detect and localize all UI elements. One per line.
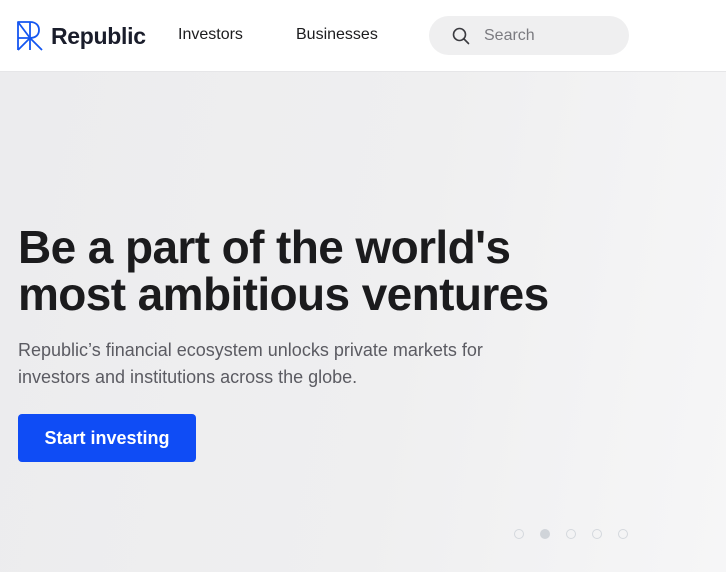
- hero-subtitle-line-1: Republic’s financial ecosystem unlocks p…: [18, 340, 483, 360]
- hero-section: Be a part of the world's most ambitious …: [0, 72, 726, 572]
- carousel-dot-3[interactable]: [566, 529, 576, 539]
- hero-title-line-2: most ambitious ventures: [18, 268, 549, 320]
- hero-subtitle-line-2: investors and institutions across the gl…: [18, 367, 358, 387]
- hero-title: Be a part of the world's most ambitious …: [18, 224, 618, 318]
- hero-title-line-1: Be a part of the world's: [18, 221, 511, 273]
- site-header: Republic Investors Businesses: [0, 0, 726, 72]
- carousel-dot-1[interactable]: [514, 529, 524, 539]
- republic-logo[interactable]: Republic: [17, 21, 146, 51]
- nav-investors-link[interactable]: Investors: [178, 26, 243, 44]
- start-investing-button[interactable]: Start investing: [18, 414, 196, 462]
- carousel-dot-5[interactable]: [618, 529, 628, 539]
- carousel-dot-2[interactable]: [540, 529, 550, 539]
- logo-wordmark: Republic: [51, 22, 146, 49]
- republic-logo-icon: [17, 21, 43, 51]
- search-input[interactable]: [484, 16, 619, 55]
- hero-subtitle: Republic’s financial ecosystem unlocks p…: [18, 337, 538, 391]
- search-box[interactable]: [429, 16, 629, 55]
- carousel-dot-4[interactable]: [592, 529, 602, 539]
- nav-businesses-link[interactable]: Businesses: [296, 26, 378, 44]
- search-icon: [452, 27, 470, 45]
- carousel-indicators: [514, 529, 628, 539]
